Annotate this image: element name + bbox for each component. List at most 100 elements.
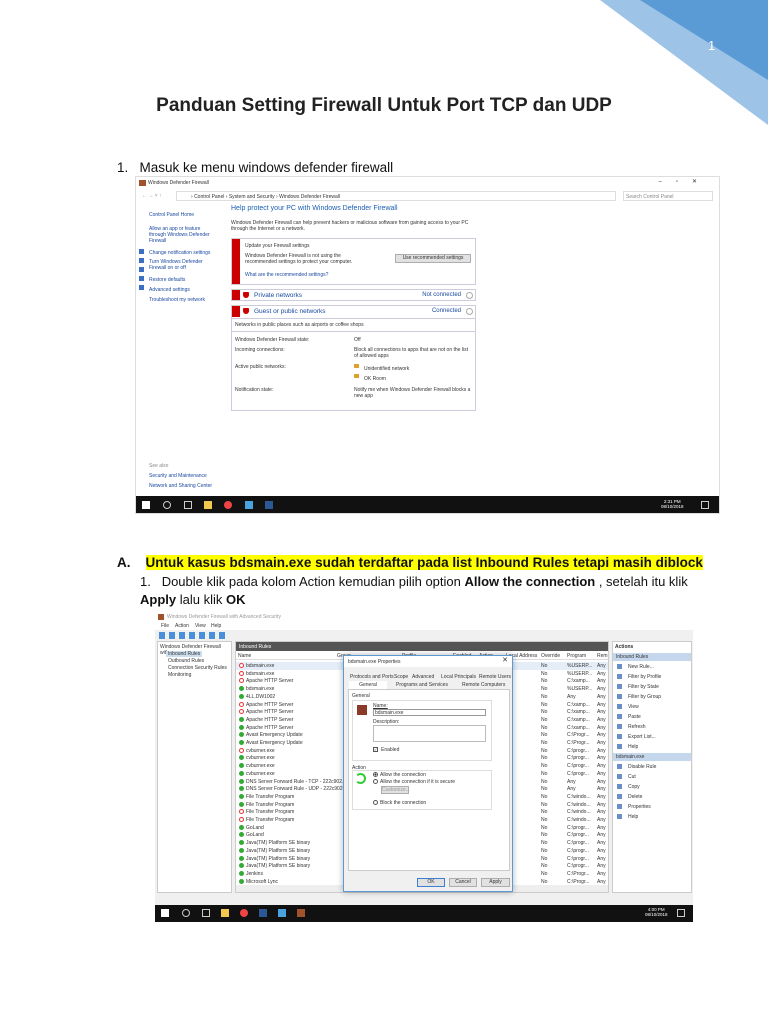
start-icon[interactable] <box>161 909 169 917</box>
column-header[interactable]: Program <box>567 653 586 659</box>
menu-file[interactable]: File <box>161 623 169 629</box>
description-input[interactable] <box>373 725 486 742</box>
link-troubleshoot[interactable]: Troubleshoot my network <box>149 297 205 303</box>
search-icon[interactable] <box>163 501 171 509</box>
block-radio[interactable] <box>373 800 378 805</box>
column-header[interactable]: Rem <box>597 653 608 659</box>
word-icon[interactable] <box>259 909 267 917</box>
action-item[interactable]: Export List... <box>616 733 688 742</box>
chevron-down-icon[interactable] <box>466 292 473 299</box>
file-explorer-icon[interactable] <box>204 501 212 509</box>
clock[interactable]: 2:31 PM 08/10/2018 <box>661 499 684 510</box>
tab-advanced[interactable]: Advanced <box>412 674 434 680</box>
window-controls[interactable]: –▫✕ <box>658 179 711 186</box>
word-icon[interactable] <box>265 501 273 509</box>
link-allow-app[interactable]: Allow an app or feature through Windows … <box>149 226 214 244</box>
action-item[interactable]: Paste <box>616 713 688 722</box>
rule-program: Any <box>567 693 576 700</box>
link-change-notification[interactable]: Change notification settings <box>149 250 210 256</box>
action-item[interactable]: Help <box>616 743 688 752</box>
use-recommended-settings-button[interactable]: Use recommended settings <box>395 254 471 263</box>
nav-arrows[interactable]: ← → ˅ ↑ <box>142 193 162 199</box>
cancel-button[interactable]: Cancel <box>449 878 477 887</box>
tree-monitoring[interactable]: Monitoring <box>168 672 191 678</box>
action-item[interactable]: Filter by State <box>616 683 688 692</box>
action-item[interactable]: Delete <box>616 793 688 802</box>
tab-protocols-ports[interactable]: Protocols and Ports <box>350 674 394 680</box>
control-panel-icon[interactable] <box>278 909 286 917</box>
firewall-taskbar-icon[interactable] <box>297 909 305 917</box>
action-item[interactable]: Cut <box>616 773 688 782</box>
menu-help[interactable]: Help <box>211 623 221 629</box>
clock[interactable]: 4:00 PM 08/10/2018 <box>645 907 668 918</box>
task-view-icon[interactable] <box>184 501 192 509</box>
file-explorer-icon[interactable] <box>221 909 229 917</box>
link-network-sharing[interactable]: Network and Sharing Center <box>149 483 212 489</box>
action-item[interactable]: Filter by Group <box>616 693 688 702</box>
action-item[interactable]: Refresh <box>616 723 688 732</box>
customize-button[interactable]: Customize... <box>381 786 410 794</box>
task-view-icon[interactable] <box>202 909 210 917</box>
rule-remote: Any <box>597 709 606 716</box>
action-item[interactable]: Copy <box>616 783 688 792</box>
link-advanced-settings[interactable]: Advanced settings <box>149 287 190 293</box>
start-icon[interactable] <box>142 501 150 509</box>
search-icon[interactable] <box>182 909 190 917</box>
link-turn-on-off[interactable]: Turn Windows Defender Firewall on or off <box>149 259 209 271</box>
menu-action[interactable]: Action <box>175 623 189 629</box>
enabled-checkbox[interactable]: ✓ <box>373 747 378 752</box>
tab-remote-computers[interactable]: Remote Computers <box>462 682 505 688</box>
private-networks-row[interactable]: Private networks Not connected <box>231 289 476 301</box>
toolbar-icons[interactable] <box>159 632 229 639</box>
action-item[interactable]: View <box>616 703 688 712</box>
column-header[interactable]: Name <box>238 653 251 659</box>
main-heading: Help protect your PC with Windows Defend… <box>231 205 398 212</box>
address-bar[interactable]: › Control Panel › System and Security › … <box>176 191 616 201</box>
action-item[interactable]: New Rule... <box>616 663 688 672</box>
action-icon <box>617 794 622 799</box>
ok-button[interactable]: OK <box>417 878 445 887</box>
tree-inbound-rules[interactable]: Inbound Rules <box>166 651 203 657</box>
chrome-icon[interactable] <box>224 501 232 509</box>
actions-group-inbound[interactable]: Inbound Rules <box>613 653 691 661</box>
notifications-icon[interactable] <box>677 909 685 917</box>
link-control-panel-home[interactable]: Control Panel Home <box>149 212 194 218</box>
column-header[interactable]: Override <box>541 653 560 659</box>
actions-group-selected[interactable]: bdsmain.exe <box>613 753 691 761</box>
link-restore-defaults[interactable]: Restore defaults <box>149 277 185 283</box>
block-option-label: Block the connection <box>380 800 427 806</box>
tree-connection-security[interactable]: Connection Security Rules <box>168 665 227 671</box>
block-icon <box>239 747 244 753</box>
link-security-maintenance[interactable]: Security and Maintenance <box>149 473 207 479</box>
apply-button[interactable]: Apply <box>481 878 510 887</box>
menu-view[interactable]: View <box>195 623 206 629</box>
rule-remote: Any <box>597 786 606 793</box>
allow-check-icon <box>239 855 244 861</box>
allow-secure-radio[interactable] <box>373 779 378 784</box>
search-input[interactable]: Search Control Panel <box>623 191 713 201</box>
action-item[interactable]: Properties <box>616 803 688 812</box>
tab-scope[interactable]: Scope <box>394 674 408 680</box>
notifications-icon[interactable] <box>701 501 709 509</box>
chrome-icon[interactable] <box>240 909 248 917</box>
enabled-label: Enabled <box>381 747 400 753</box>
rule-override: No <box>541 678 548 685</box>
action-label: Filter by State <box>628 684 659 690</box>
tab-general[interactable]: General <box>349 681 387 689</box>
recommended-settings-link[interactable]: What are the recommended settings? <box>245 272 328 278</box>
control-panel-icon[interactable] <box>245 501 253 509</box>
name-input[interactable]: bdsmain.exe <box>373 709 486 716</box>
tab-programs-services[interactable]: Programs and Services <box>396 682 448 688</box>
action-item[interactable]: Filter by Profile <box>616 673 688 682</box>
tab-local-principals[interactable]: Local Principals <box>441 674 476 680</box>
allow-radio[interactable] <box>373 772 378 777</box>
action-item[interactable]: Help <box>616 813 688 822</box>
close-icon[interactable]: ✕ <box>502 657 508 665</box>
tab-remote-users[interactable]: Remote Users <box>479 674 511 680</box>
block-icon <box>239 701 244 707</box>
rule-name: cvburner.exe <box>246 747 275 754</box>
chevron-up-icon[interactable] <box>466 308 473 315</box>
action-item[interactable]: Disable Rule <box>616 763 688 772</box>
tree-outbound-rules[interactable]: Outbound Rules <box>168 658 204 664</box>
rule-program: %USERP... <box>567 663 593 669</box>
